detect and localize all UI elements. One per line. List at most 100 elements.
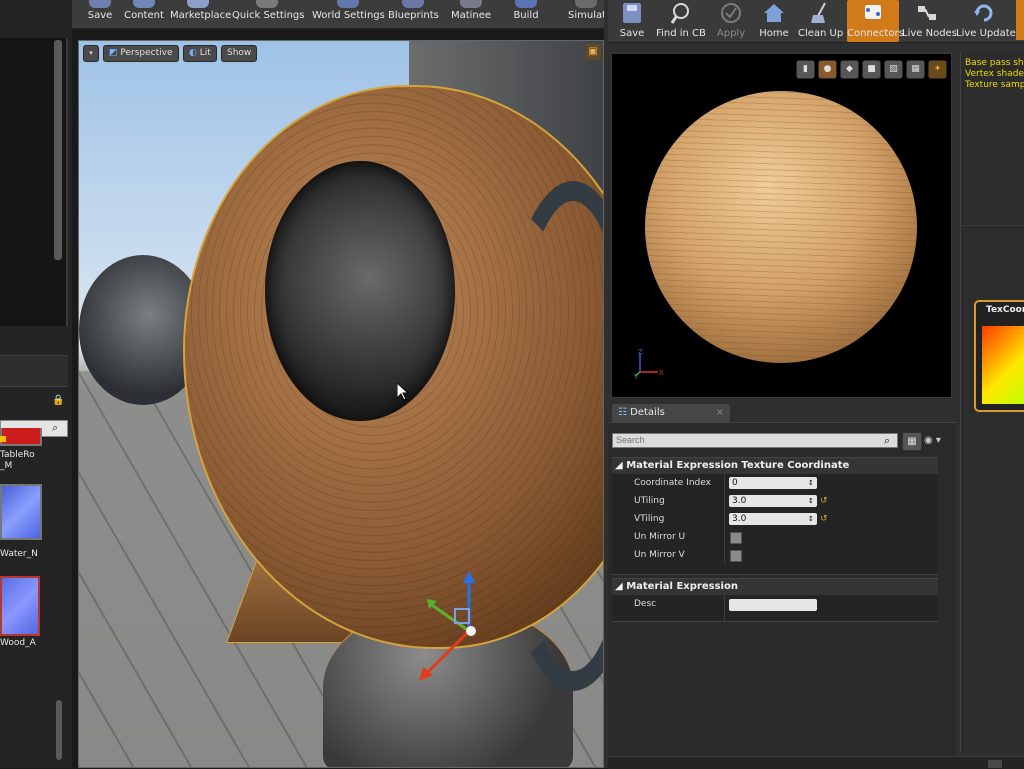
spin-arrows-icon[interactable]: ↕: [808, 496, 815, 506]
viewport-corner-icon[interactable]: ▣: [585, 44, 601, 60]
content-icon: [133, 0, 155, 8]
status-indicator: [988, 760, 1002, 768]
grid-preview-icon[interactable]: ▦: [906, 60, 925, 79]
find-in-cb-icon: [670, 3, 689, 24]
property-row-desc: Desc: [612, 595, 938, 621]
world-settings-icon: [337, 0, 359, 8]
blueprints-button[interactable]: Blueprints: [388, 0, 439, 28]
property-row-un-mirror-u: Un Mirror U: [612, 528, 938, 546]
asset-thumb-water-n[interactable]: [0, 484, 42, 540]
mouse-cursor: [397, 383, 409, 401]
matinee-button[interactable]: Matinee: [448, 0, 494, 28]
save-button[interactable]: Save: [82, 0, 118, 28]
live-update-button[interactable]: Live Update: [956, 0, 1016, 42]
folders-scrollbar[interactable]: [54, 40, 62, 260]
save-icon: [89, 0, 111, 8]
save-icon: [623, 3, 641, 23]
sphere-preview-icon[interactable]: ●: [818, 60, 837, 79]
build-button[interactable]: Build: [508, 0, 544, 28]
spin-arrows-icon[interactable]: ↕: [808, 478, 815, 488]
inner-metal-sphere: [265, 161, 455, 421]
details-search-input[interactable]: [612, 433, 898, 448]
apply-icon: [721, 3, 741, 23]
viewport-options-button[interactable]: ▾: [83, 45, 99, 62]
un-mirror-u-checkbox[interactable]: [730, 532, 742, 544]
toolbar-overflow-button[interactable]: [1016, 0, 1024, 40]
utiling-input[interactable]: 3.0 ↕: [729, 495, 817, 507]
view-options-button[interactable]: ◉ ▾: [924, 432, 950, 449]
live-nodes-icon: [918, 6, 936, 20]
marketplace-button[interactable]: Marketplace: [170, 0, 231, 28]
coordinate-index-input[interactable]: 0 ↕: [729, 477, 817, 489]
blueprints-icon: [402, 0, 424, 8]
level-viewport[interactable]: ▾ ◩ Perspective ◐ Lit Show ▣: [78, 40, 604, 768]
quick-settings-icon: [256, 0, 278, 8]
asset-label: Water_N: [0, 549, 38, 559]
vtiling-input[interactable]: 3.0 ↕: [729, 513, 817, 525]
property-row-coordinate-index: Coordinate Index 0 ↕: [612, 474, 938, 492]
build-icon: [515, 0, 537, 8]
desc-input[interactable]: [729, 599, 817, 611]
simulate-button[interactable]: Simulat: [568, 0, 604, 28]
details-icon: ☷: [618, 407, 627, 418]
lock-icon[interactable]: 🔒: [52, 395, 64, 406]
status-bar: [608, 756, 1024, 769]
world-settings-button[interactable]: World Settings: [312, 0, 385, 28]
cylinder-preview-icon[interactable]: ▮: [796, 60, 815, 79]
realtime-preview-icon[interactable]: ✦: [928, 60, 947, 79]
perspective-icon: ◩: [109, 48, 118, 58]
material-save-button[interactable]: Save: [614, 0, 650, 42]
asset-label: TableRo _M: [0, 450, 35, 471]
reset-to-default-icon[interactable]: ↺: [820, 495, 828, 507]
axis-label-y: Y: [633, 373, 639, 380]
find-in-cb-button[interactable]: Find in CB: [656, 0, 706, 42]
axis-label-x: X: [659, 369, 664, 377]
cube-preview-icon[interactable]: ■: [862, 60, 881, 79]
category-material-expression[interactable]: ◢ Material Expression: [612, 578, 938, 595]
search-icon[interactable]: ⌕: [52, 421, 64, 434]
quick-settings-button[interactable]: Quick Settings: [232, 0, 304, 28]
asset-badge: [0, 436, 6, 442]
shader-stats-text: Base pass sh Vertex shader Texture samp: [965, 58, 1024, 90]
property-row-un-mirror-v: Un Mirror V: [612, 546, 938, 564]
close-tab-icon[interactable]: ×: [716, 404, 724, 422]
collapse-arrow-icon: ◢: [615, 460, 623, 471]
property-matrix-button[interactable]: ▦: [902, 432, 922, 451]
matinee-icon: [460, 0, 482, 8]
show-button[interactable]: Show: [221, 45, 258, 62]
eye-icon: ◉: [924, 435, 933, 446]
asset-label: Wood_A: [0, 638, 36, 648]
tab-details[interactable]: ☷ Details ×: [612, 404, 730, 422]
apply-button[interactable]: Apply: [712, 0, 750, 42]
un-mirror-v-checkbox[interactable]: [730, 550, 742, 562]
marketplace-icon: [187, 0, 209, 8]
content-button[interactable]: Content: [124, 0, 164, 28]
collapse-arrow-icon: ◢: [615, 581, 623, 592]
property-row-vtiling: VTiling 3.0 ↕ ↺: [612, 510, 938, 528]
level-editor-toolbar: Save Content Marketplace Quick Settings …: [72, 0, 604, 29]
home-icon: [764, 4, 784, 22]
asset-thumb-wood-a[interactable]: [0, 576, 40, 636]
content-filter-bar: [0, 355, 68, 387]
plane-preview-icon[interactable]: ◆: [840, 60, 859, 79]
texcoord-node-title: TexCoor: [986, 305, 1024, 315]
reset-to-default-icon[interactable]: ↺: [820, 513, 828, 525]
graph-divider: [962, 225, 1024, 226]
home-button[interactable]: Home: [756, 0, 792, 42]
clean-up-button[interactable]: Clean Up: [798, 0, 843, 42]
lit-view-mode-button[interactable]: ◐ Lit: [183, 45, 217, 62]
live-nodes-button[interactable]: Live Nodes: [902, 0, 957, 42]
connectors-icon: [865, 5, 881, 19]
property-row-utiling: UTiling 3.0 ↕ ↺: [612, 492, 938, 510]
connectors-button[interactable]: Connectors: [847, 0, 904, 42]
category-texture-coordinate[interactable]: ◢ Material Expression Texture Coordinate: [612, 457, 938, 474]
assets-scrollbar[interactable]: [56, 700, 62, 760]
asset-thumb-tablero[interactable]: [0, 428, 42, 446]
axis-label-z: Z: [638, 348, 643, 356]
texcoord-node-preview: [982, 326, 1024, 404]
search-icon[interactable]: ⌕: [884, 434, 896, 447]
spin-arrows-icon[interactable]: ↕: [808, 514, 815, 524]
transform-gizmo[interactable]: [419, 571, 499, 691]
custom-mesh-preview-icon[interactable]: ▧: [884, 60, 903, 79]
perspective-button[interactable]: ◩ Perspective: [103, 45, 179, 62]
